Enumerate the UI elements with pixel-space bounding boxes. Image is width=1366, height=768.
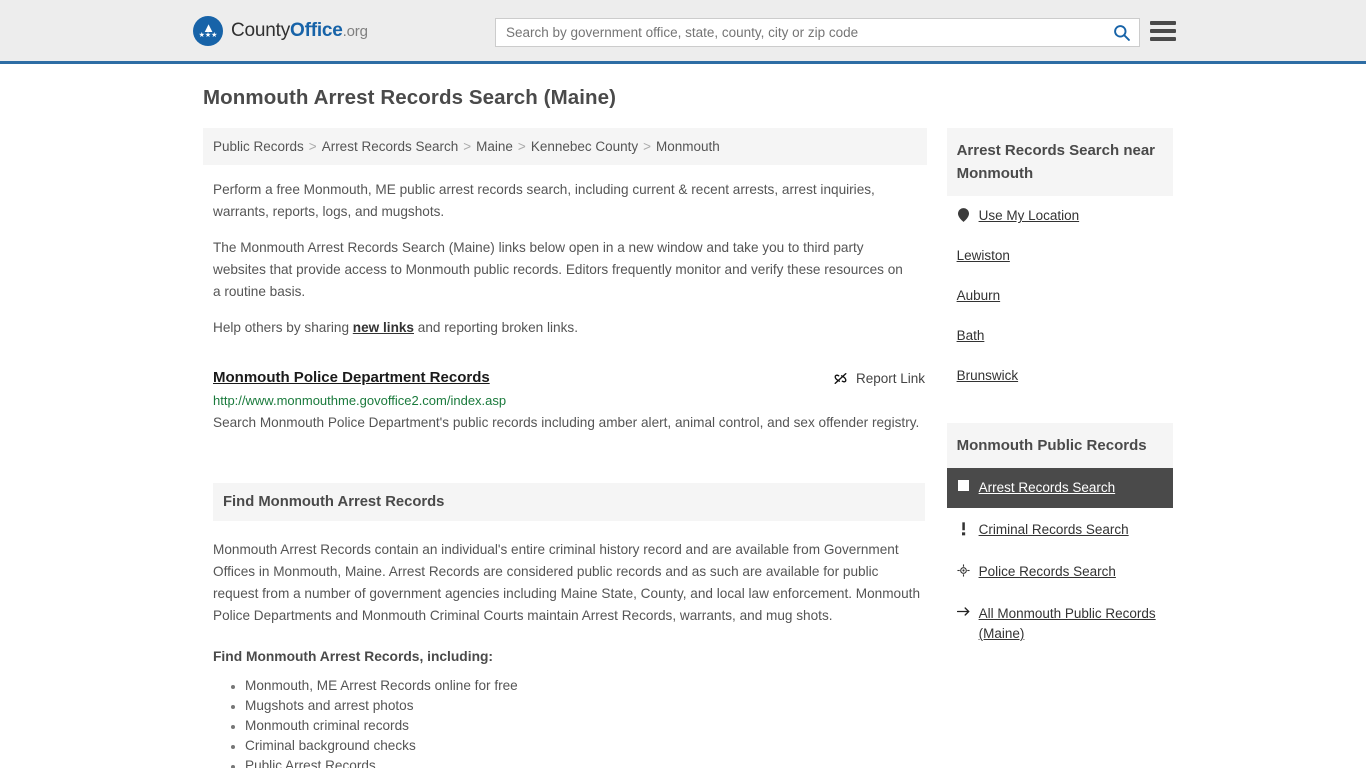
search-icon: [1113, 25, 1130, 41]
list-item: Auburn: [947, 276, 1173, 316]
badge-target-icon: [957, 564, 971, 577]
breadcrumb-item-arrest-records-search[interactable]: Arrest Records Search: [322, 139, 459, 154]
sidebar-item-arrest-records-search[interactable]: Arrest Records Search: [946, 468, 1173, 508]
search-bar: [495, 18, 1140, 47]
sidebar-item-all-public-records[interactable]: All Monmouth Public Records (Maine): [947, 594, 1173, 654]
intro-paragraph-2: The Monmouth Arrest Records Search (Main…: [213, 240, 903, 299]
find-records-bullet-list: Monmouth, ME Arrest Records online for f…: [213, 676, 927, 768]
sidebar-public-records-heading: Monmouth Public Records: [946, 423, 1173, 468]
breadcrumb-separator: >: [517, 139, 526, 154]
exclamation-glyph: [962, 522, 966, 536]
share-text-before: Help others by sharing: [213, 320, 353, 335]
sidebar-nearby-heading: Arrest Records Search near Monmouth: [946, 128, 1173, 196]
sidebar-item-label: Arrest Records Search: [978, 480, 1116, 495]
sidebar-item-bath[interactable]: Bath: [947, 316, 1173, 356]
brand-org-text: .org: [342, 22, 368, 40]
result-url-link[interactable]: http://www.monmouthme.govoffice2.com/ind…: [213, 393, 927, 408]
brand-office-text: Office: [290, 19, 343, 41]
sidebar: Arrest Records Search near Monmouth Use …: [946, 128, 1173, 768]
report-link-button[interactable]: Report Link: [832, 370, 925, 387]
eagle-glyph: ▲: [202, 20, 215, 35]
page-body: Monmouth Arrest Records Search (Maine) P…: [0, 64, 1366, 768]
sidebar-item-label: Use My Location: [978, 208, 1080, 223]
brand-county-text: County: [231, 19, 291, 41]
sidebar-item-auburn[interactable]: Auburn: [947, 276, 1173, 316]
main-column: Public Records > Arrest Records Search > Mai…: [203, 128, 927, 768]
list-item: Use My Location: [947, 196, 1173, 236]
sidebar-item-use-my-location[interactable]: Use My Location: [947, 196, 1173, 236]
sidebar-item-brunswick[interactable]: Brunswick: [947, 356, 1173, 396]
map-pin-glyph: [958, 208, 970, 222]
site-header: ▲ ★★★ CountyOffice.org: [0, 0, 1366, 64]
list-item: Monmouth criminal records: [245, 716, 927, 736]
find-records-heading: Find Monmouth Arrest Records: [223, 494, 445, 510]
map-pin-icon: [957, 208, 971, 222]
countyoffice-logo-icon: ▲ ★★★: [193, 15, 223, 46]
breadcrumb-separator: >: [643, 139, 652, 154]
sidebar-item-label: Auburn: [956, 288, 1001, 303]
menu-bar-3: [1150, 37, 1176, 41]
sidebar-public-records-list: Arrest Records Search Criminal Records S…: [946, 468, 1173, 654]
breadcrumb-item-monmouth[interactable]: Monmouth: [656, 139, 720, 154]
new-links-link[interactable]: new links: [353, 320, 414, 335]
list-item: Criminal Records Search: [947, 510, 1173, 550]
sidebar-item-label: All Monmouth Public Records (Maine): [978, 606, 1156, 641]
breadcrumb-item-public-records[interactable]: Public Records: [213, 139, 304, 154]
result-title-link[interactable]: Monmouth Police Department Records: [213, 369, 490, 386]
hamburger-menu-button[interactable]: [1150, 19, 1176, 43]
breadcrumb-item-kennebec-county[interactable]: Kennebec County: [531, 139, 638, 154]
list-item: Public Arrest Records: [245, 756, 927, 768]
share-text-after: and reporting broken links.: [414, 320, 578, 335]
white-square-glyph: [958, 480, 970, 491]
list-item: Bath: [947, 316, 1173, 356]
stars-glyph: ★★★: [198, 32, 218, 39]
badge-target-glyph: [957, 564, 970, 577]
list-item: Lewiston: [947, 236, 1173, 276]
sidebar-item-label: Brunswick: [956, 368, 1019, 383]
find-records-paragraph: Monmouth Arrest Records contain an indiv…: [213, 542, 921, 623]
sidebar-nearby-list: Use My Location Lewiston Auburn Bath Bru…: [947, 196, 1173, 396]
exclamation-icon: [957, 522, 971, 536]
sidebar-item-label: Lewiston: [956, 248, 1010, 263]
menu-bar-1: [1150, 21, 1176, 25]
breadcrumb-item-maine[interactable]: Maine: [476, 139, 513, 154]
broken-link-icon: [834, 373, 847, 384]
sidebar-item-lewiston[interactable]: Lewiston: [947, 236, 1173, 276]
list-item: Brunswick: [947, 356, 1173, 396]
list-item: Arrest Records Search: [946, 468, 1173, 508]
arrow-right-icon: [956, 606, 971, 617]
breadcrumb-separator: >: [308, 139, 317, 154]
menu-bar-2: [1150, 29, 1176, 33]
sidebar-public-records-block: Monmouth Public Records Arrest Records S…: [946, 423, 1173, 654]
two-column-layout: Public Records > Arrest Records Search > Mai…: [193, 128, 1173, 768]
arrow-right-glyph: [956, 607, 969, 616]
report-link-label: Report Link: [855, 371, 925, 386]
content-wrapper: Monmouth Arrest Records Search (Maine) P…: [193, 64, 1173, 768]
sidebar-item-label: Criminal Records Search: [978, 522, 1129, 537]
breadcrumb: Public Records > Arrest Records Search > Mai…: [203, 128, 927, 165]
result-description: Search Monmouth Police Department's publ…: [213, 415, 920, 430]
list-item: All Monmouth Public Records (Maine): [947, 594, 1173, 654]
search-button[interactable]: [1103, 19, 1139, 46]
result-item: Monmouth Police Department Records Repor…: [213, 369, 927, 435]
list-item: Mugshots and arrest photos: [245, 696, 927, 716]
sidebar-item-label: Bath: [956, 328, 985, 343]
intro-paragraph-1: Perform a free Monmouth, ME public arres…: [213, 182, 875, 219]
brand-wordmark: CountyOffice.org: [231, 20, 368, 42]
list-item: Monmouth, ME Arrest Records online for f…: [245, 676, 927, 696]
site-logo-link[interactable]: ▲ ★★★ CountyOffice.org: [193, 15, 368, 46]
intro-paragraph-3: Help others by sharing new links and rep…: [213, 317, 913, 339]
sidebar-item-police-records-search[interactable]: Police Records Search: [947, 552, 1173, 592]
white-square-icon: [957, 480, 971, 491]
sidebar-item-label: Police Records Search: [978, 564, 1116, 579]
find-records-subheading: Find Monmouth Arrest Records, including:: [213, 649, 494, 664]
page-title: Monmouth Arrest Records Search (Maine): [203, 86, 617, 109]
list-item: Criminal background checks: [245, 736, 927, 756]
result-header-row: Monmouth Police Department Records Repor…: [213, 369, 925, 387]
breadcrumb-separator: >: [463, 139, 472, 154]
find-records-section-header: Find Monmouth Arrest Records: [213, 483, 925, 521]
list-item: Police Records Search: [947, 552, 1173, 592]
sidebar-item-criminal-records-search[interactable]: Criminal Records Search: [947, 510, 1173, 550]
search-input[interactable]: [496, 25, 1103, 40]
